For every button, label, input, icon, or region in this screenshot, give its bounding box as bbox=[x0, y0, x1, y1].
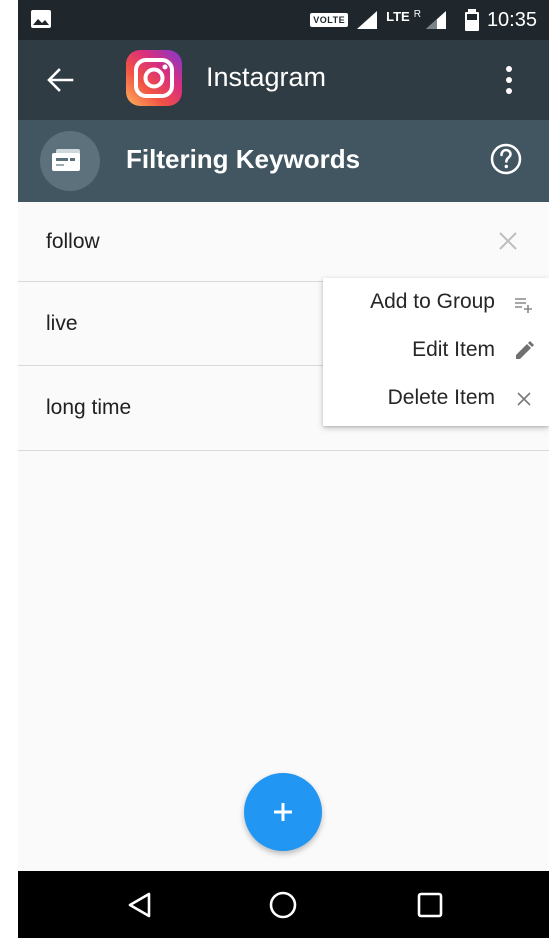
remove-icon[interactable] bbox=[497, 230, 519, 252]
status-bar: VOLTE LTE R 10:35 bbox=[18, 0, 549, 40]
menu-item-delete[interactable]: Delete Item bbox=[323, 374, 549, 422]
roaming-indicator: R bbox=[413, 8, 421, 20]
section-header: Filtering Keywords bbox=[18, 120, 549, 202]
menu-item-label: Edit Item bbox=[412, 338, 495, 361]
clock: 10:35 bbox=[486, 8, 537, 31]
menu-item-label: Delete Item bbox=[387, 386, 495, 409]
list-item[interactable]: follow bbox=[18, 202, 549, 282]
system-navigation-bar bbox=[18, 871, 549, 938]
instagram-logo-icon bbox=[126, 50, 182, 106]
battery-icon bbox=[464, 9, 479, 31]
menu-item-add-to-group[interactable]: Add to Group bbox=[323, 278, 549, 326]
playlist-add-icon bbox=[515, 298, 532, 313]
network-label: LTE bbox=[386, 8, 410, 24]
help-icon[interactable] bbox=[489, 142, 523, 176]
pencil-icon bbox=[516, 341, 534, 359]
context-menu: Add to Group Edit Item Delete Item bbox=[323, 278, 549, 426]
back-arrow-icon[interactable] bbox=[44, 64, 76, 96]
app-title: Instagram bbox=[206, 62, 327, 92]
app-bar: Instagram bbox=[18, 40, 549, 120]
keyword-label: follow bbox=[46, 230, 100, 253]
menu-item-edit[interactable]: Edit Item bbox=[323, 326, 549, 374]
signal-2-icon bbox=[425, 11, 446, 29]
add-keyword-button[interactable] bbox=[244, 773, 322, 851]
home-circle-icon[interactable] bbox=[267, 889, 299, 921]
recents-square-icon[interactable] bbox=[414, 889, 446, 921]
plus-icon bbox=[274, 803, 292, 821]
volte-badge: VOLTE bbox=[310, 13, 349, 27]
section-title: Filtering Keywords bbox=[126, 144, 361, 174]
menu-item-label: Add to Group bbox=[370, 290, 495, 313]
keyword-cards-icon bbox=[40, 131, 100, 191]
close-icon bbox=[517, 392, 531, 406]
keyword-label: long time bbox=[46, 396, 132, 419]
signal-icon bbox=[357, 11, 378, 29]
back-triangle-icon[interactable] bbox=[124, 889, 156, 921]
status-icons: VOLTE LTE R 10:35 bbox=[310, 0, 537, 40]
phone-screen: VOLTE LTE R 10:35 Instagram Filtering Ke… bbox=[18, 0, 549, 938]
keyword-label: live bbox=[46, 312, 78, 335]
gallery-notification-icon bbox=[31, 10, 51, 28]
more-vertical-icon[interactable] bbox=[499, 62, 519, 98]
